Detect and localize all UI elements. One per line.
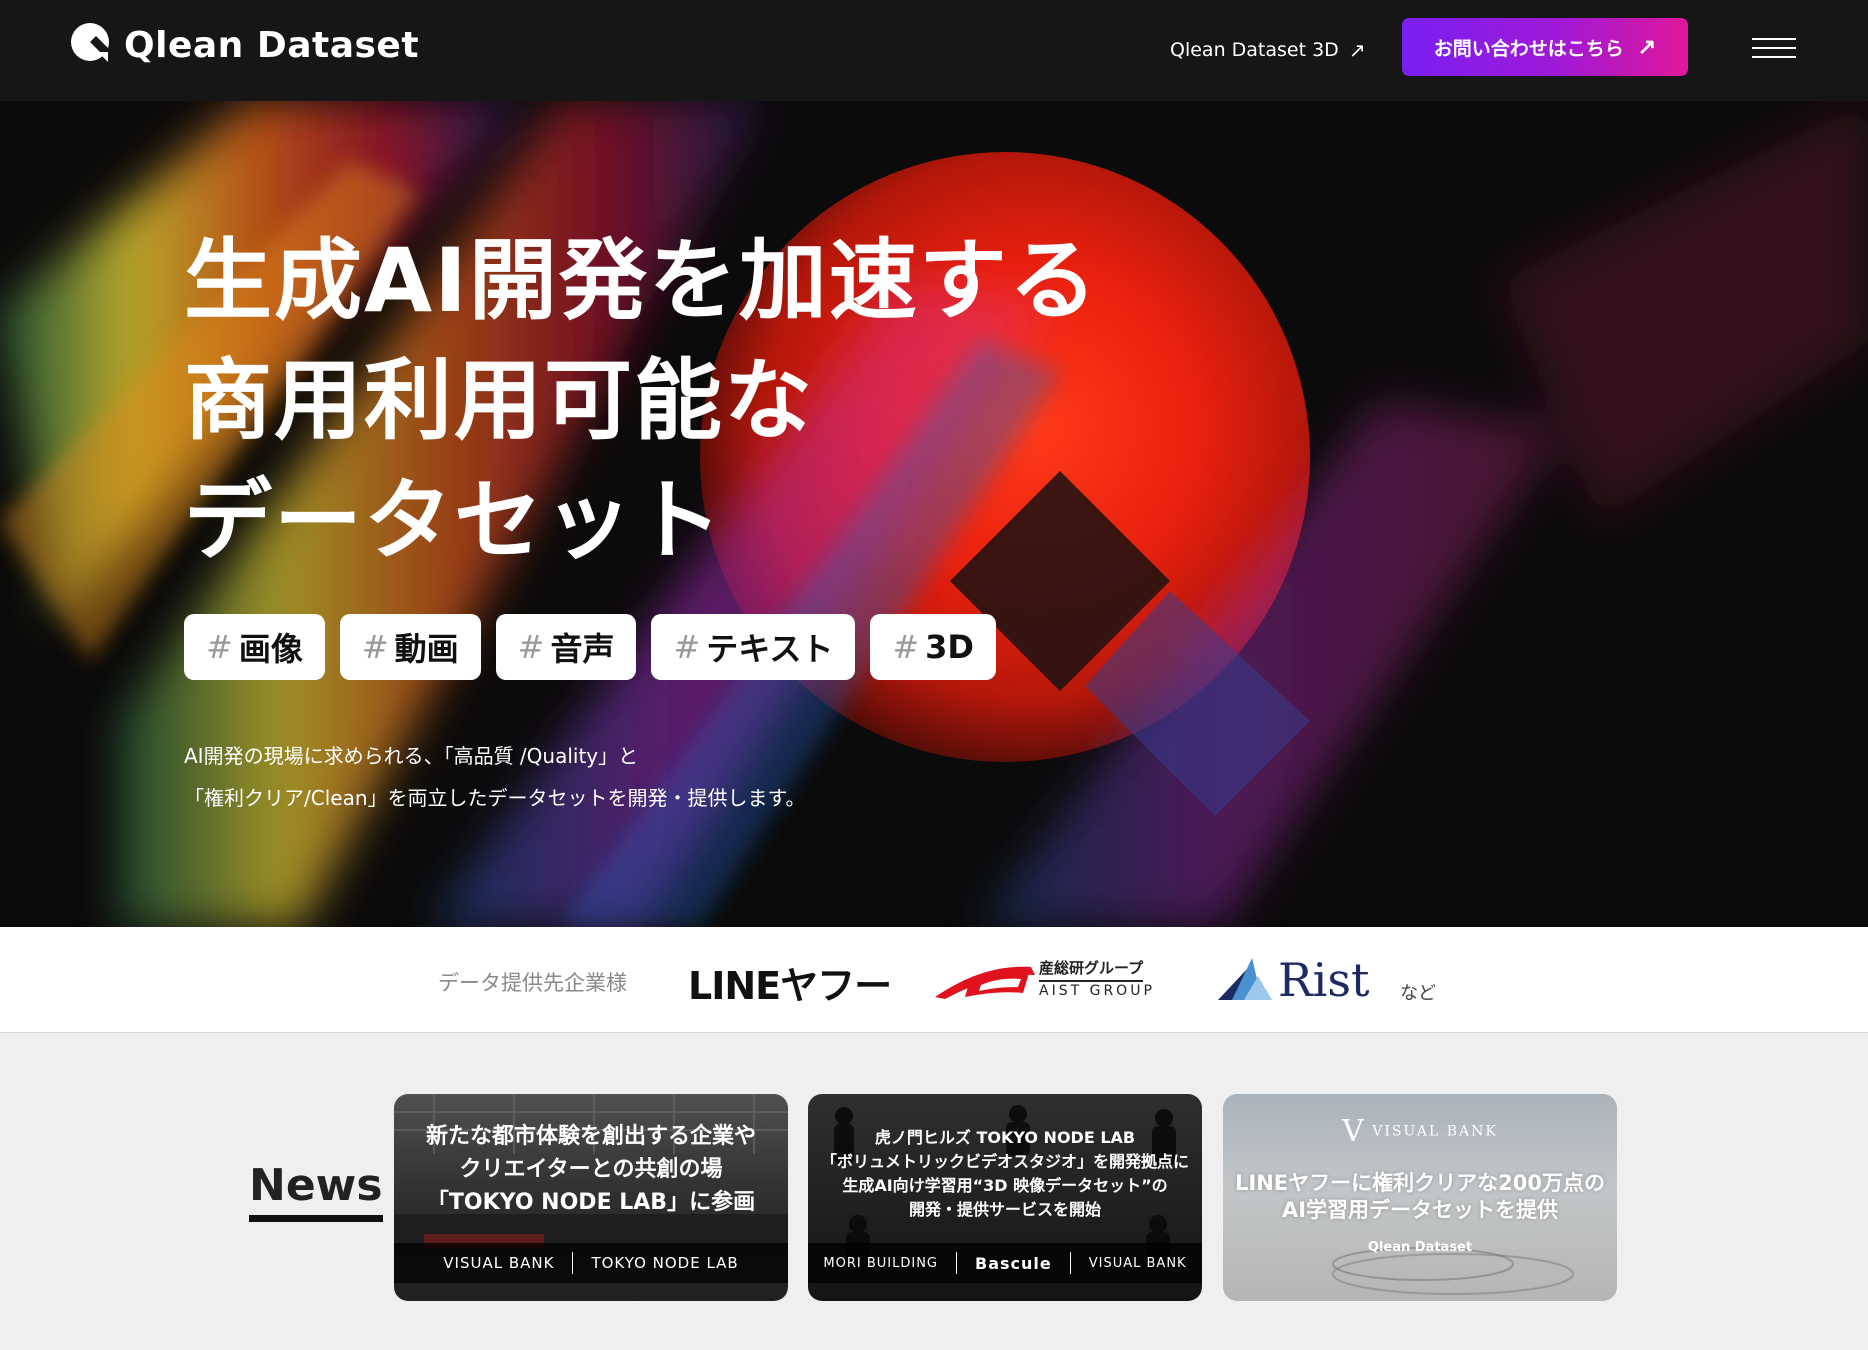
headline-line: データセット	[184, 469, 725, 572]
news-card-3d-dataset[interactable]: 虎ノ門ヒルズ TOKYO NODE LAB 「ボリュメトリックビデオスタジオ」を…	[808, 1094, 1202, 1301]
arrow-up-right-icon: ↗	[1637, 34, 1657, 59]
news-card-title: 虎ノ門ヒルズ TOKYO NODE LAB 「ボリュメトリックビデオスタジオ」を…	[808, 1126, 1202, 1222]
tag-list: # 画像 # 動画 # 音声 # テキスト #3D	[184, 614, 996, 680]
site-logo[interactable]: Qlean Dataset	[70, 22, 419, 68]
news-card-footer: MORI BUILDING Bascule VISUAL BANK	[808, 1243, 1202, 1283]
title-line: 生成AI向け学習用“3D 映像データセット”の	[842, 1176, 1168, 1195]
hero-section: 生成AI開発を加速する 商用利用可能な データセット # 画像 # 動画 # 音声 #…	[0, 101, 1868, 927]
divider	[956, 1252, 958, 1274]
news-heading: News	[249, 1160, 383, 1222]
mori-building-logo: MORI BUILDING	[823, 1255, 939, 1271]
contact-button[interactable]: お問い合わせはこちら ↗	[1402, 18, 1688, 76]
tag-label: 3D	[925, 628, 974, 666]
news-card-lineyahoo-dataset[interactable]: V VISUAL BANK LINEヤフーに権利クリアな200万点の AI学習用…	[1223, 1094, 1617, 1301]
title-line: 「ボリュメトリックビデオスタジオ」を開発拠点に	[820, 1152, 1189, 1171]
aist-jp-text: 産総研グループ	[1039, 957, 1144, 982]
description-line: AI開発の現場に求められる、「高品質 /Quality」と	[184, 744, 639, 768]
visual-bank-logo: VISUAL BANK	[443, 1254, 555, 1272]
tag-label: 動画	[394, 630, 459, 668]
partners-label: データ提供先企業様	[438, 971, 627, 995]
divider	[572, 1252, 574, 1274]
brand-text: VISUAL BANK	[1372, 1123, 1498, 1140]
menu-line	[1752, 56, 1796, 58]
aist-swoosh-icon	[935, 966, 1035, 999]
tag-text[interactable]: # テキスト	[651, 614, 856, 680]
tag-audio[interactable]: # 音声	[495, 614, 637, 680]
hash-icon: #	[361, 628, 389, 666]
rist-wordmark: Rist	[1278, 953, 1370, 1007]
arrow-up-right-icon: ↗	[1348, 38, 1366, 62]
bascule-logo: Bascule	[975, 1253, 1052, 1273]
title-line: 「TOKYO NODE LAB」に参画	[426, 1190, 756, 1215]
visual-bank-logo: VISUAL BANK	[1088, 1255, 1187, 1271]
nav-link-3d[interactable]: Qlean Dataset 3D ↗	[1170, 38, 1366, 62]
hamburger-menu-icon[interactable]	[1752, 38, 1796, 58]
visual-bank-logo: V VISUAL BANK	[1342, 1114, 1498, 1149]
qlean-dataset-logo: Qlean Dataset	[1367, 1240, 1473, 1255]
menu-line	[1752, 38, 1796, 40]
hash-icon: #	[206, 628, 233, 666]
rist-logo: Rist	[1218, 953, 1369, 1007]
q-magnifier-icon	[70, 22, 116, 68]
tag-label: 音声	[550, 630, 615, 668]
news-card-tokyo-node-lab[interactable]: 新たな都市体験を創出する企業や クリエイターとの共創の場 「TOKYO NODE…	[394, 1094, 788, 1301]
headline-line: 生成AI開発を加速する	[184, 229, 1099, 332]
tag-label: 画像	[238, 630, 303, 668]
divider	[1069, 1252, 1071, 1274]
partners-suffix: など	[1400, 983, 1436, 1004]
title-line: 開発・提供サービスを開始	[908, 1200, 1101, 1219]
hash-icon: #	[892, 628, 920, 666]
site-header: Qlean Dataset Qlean Dataset 3D ↗ お問い合わせは…	[0, 0, 1868, 101]
hero-description: AI開発の現場に求められる、「高品質 /Quality」と 「権利クリア/Cle…	[184, 735, 806, 819]
rist-mountain-icon	[1218, 958, 1272, 1000]
news-card-title: LINEヤフーに権利クリアな200万点の AI学習用データセットを提供	[1223, 1170, 1617, 1224]
nav-link-label: Qlean Dataset 3D	[1170, 39, 1339, 61]
tokyo-node-lab-logo: TOKYO NODE LAB	[591, 1254, 739, 1272]
tag-image[interactable]: # 画像	[184, 614, 325, 680]
partner-logos-section: データ提供先企業様 LINEヤフー 産総研グループ AIST GROUP Ris…	[0, 927, 1868, 1033]
description-line: 「権利クリア/Clean」を両立したデータセットを開発・提供します。	[184, 786, 806, 810]
aist-en-text: AIST GROUP	[1039, 983, 1155, 999]
menu-line	[1752, 47, 1796, 49]
contact-button-label: お問い合わせはこちら	[1433, 38, 1624, 60]
title-line: AI学習用データセットを提供	[1281, 1198, 1559, 1222]
tag-3d[interactable]: #3D	[870, 614, 996, 680]
title-line: 虎ノ門ヒルズ TOKYO NODE LAB	[874, 1128, 1136, 1147]
aist-group-logo: 産総研グループ AIST GROUP	[935, 957, 1155, 1003]
title-line: クリエイターとの共創の場	[459, 1157, 723, 1182]
hash-icon: #	[517, 628, 545, 666]
hash-icon: #	[673, 628, 701, 666]
tag-label: テキスト	[706, 630, 834, 668]
logo-text: Qlean Dataset	[124, 24, 420, 66]
tag-video[interactable]: # 動画	[339, 614, 481, 680]
title-line: 新たな都市体験を創出する企業や	[425, 1124, 756, 1149]
lineyahoo-logo: LINEヤフー	[688, 964, 892, 1008]
news-card-title: 新たな都市体験を創出する企業や クリエイターとの共創の場 「TOKYO NODE…	[394, 1120, 788, 1219]
news-card-footer: VISUAL BANK TOKYO NODE LAB	[394, 1243, 788, 1283]
hero-headline: 生成AI開発を加速する 商用利用可能な データセット	[184, 221, 1099, 581]
title-line: LINEヤフーに権利クリアな200万点の	[1235, 1171, 1605, 1195]
headline-line: 商用利用可能な	[184, 349, 815, 452]
